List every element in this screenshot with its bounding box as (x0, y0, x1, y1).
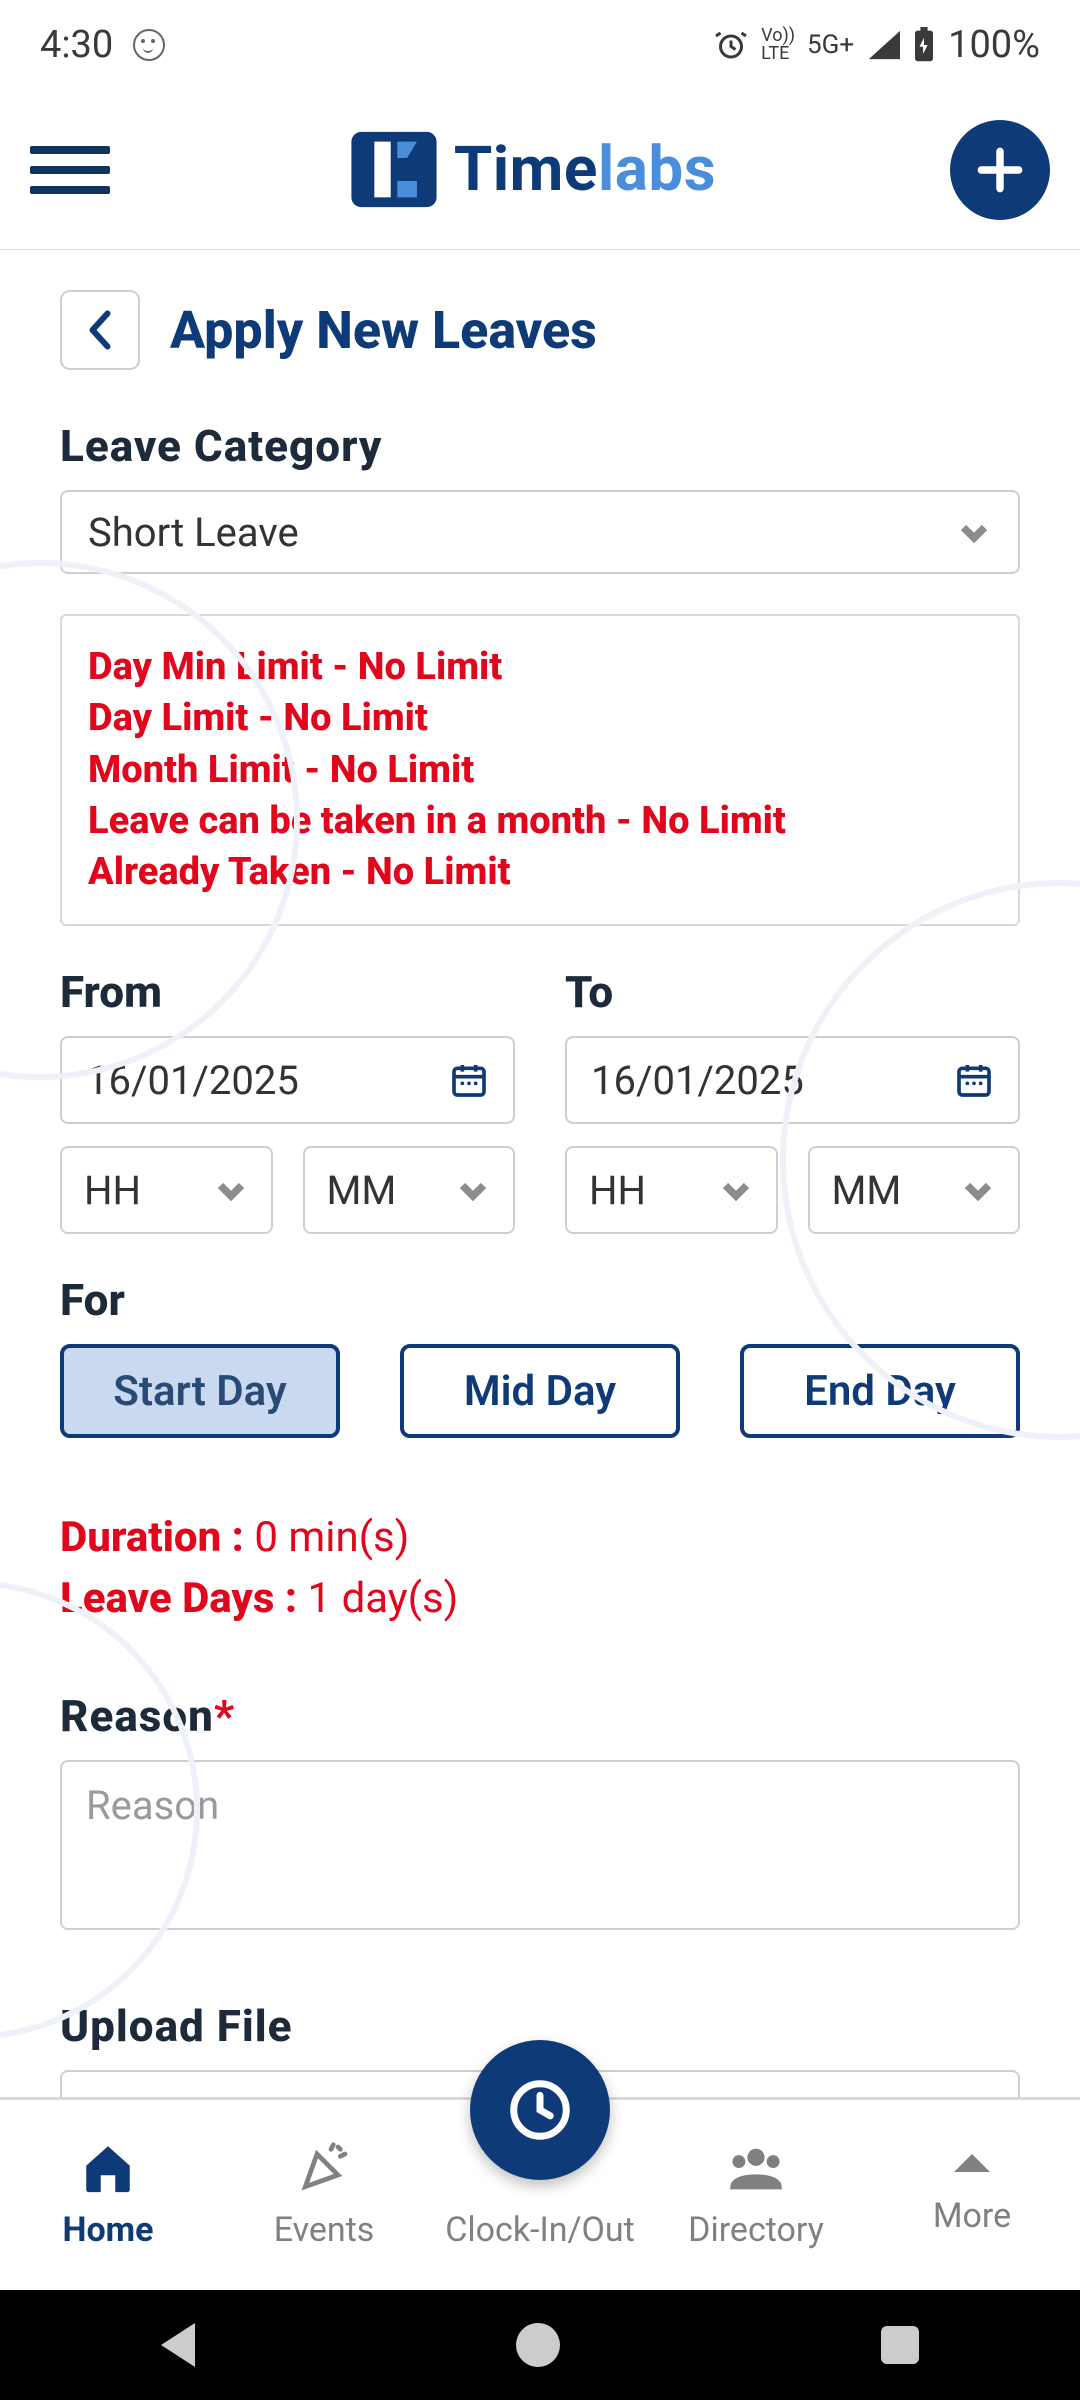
leave-category-select[interactable]: Short Leave (60, 490, 1020, 574)
nav-home[interactable]: Home (8, 2140, 208, 2250)
battery-percent: 100% (948, 23, 1040, 67)
nav-home-label: Home (62, 2210, 153, 2250)
chevron-down-icon (455, 1172, 491, 1208)
status-time: 4:30 (40, 23, 113, 67)
status-bar: 4:30 Vo)) LTE 5G+ 100% (0, 0, 1080, 90)
limit-line: Day Limit - No Limit (88, 693, 992, 744)
system-recent-button[interactable] (881, 2326, 919, 2364)
limits-info-box: Day Min Limit - No Limit Day Limit - No … (60, 614, 1020, 926)
hour-placeholder: HH (84, 1167, 141, 1214)
brand-logo: Timelabs (344, 122, 716, 217)
system-back-button[interactable] (161, 2323, 195, 2367)
limit-line: Leave can be taken in a month - No Limit (88, 796, 992, 847)
to-date-value: 16/01/2025 (591, 1057, 804, 1104)
reason-label: Reason* (60, 1690, 1020, 1742)
leave-category-value: Short Leave (88, 509, 299, 556)
page-title: Apply New Leaves (170, 300, 597, 361)
to-hour-select[interactable]: HH (565, 1146, 778, 1234)
for-option-end-day[interactable]: End Day (740, 1344, 1020, 1438)
limit-line: Already Taken - No Limit (88, 847, 992, 898)
limit-line: Day Min Limit - No Limit (88, 642, 992, 693)
nav-more[interactable]: More (872, 2154, 1072, 2236)
volte-icon: Vo)) LTE (761, 27, 795, 63)
leave-days-line: Leave Days : 1 day(s) (60, 1569, 1020, 1630)
brand-name: Timelabs (454, 133, 716, 206)
for-option-start-day[interactable]: Start Day (60, 1344, 340, 1438)
people-icon (726, 2140, 786, 2196)
hour-placeholder: HH (589, 1167, 646, 1214)
from-hour-select[interactable]: HH (60, 1146, 273, 1234)
face-icon (133, 29, 165, 61)
leave-category-label: Leave Category (60, 420, 1020, 472)
for-label: For (60, 1274, 1020, 1326)
from-date-value: 16/01/2025 (86, 1057, 299, 1104)
chevron-down-icon (718, 1172, 754, 1208)
signal-icon (866, 30, 900, 60)
minute-placeholder: MM (327, 1167, 397, 1214)
reason-input[interactable]: Reason (60, 1760, 1020, 1930)
nav-directory-label: Directory (688, 2210, 824, 2250)
duration-line: Duration : 0 min(s) (60, 1508, 1020, 1569)
alarm-icon (713, 27, 749, 63)
nav-events-label: Events (274, 2210, 375, 2250)
add-button[interactable] (950, 120, 1050, 220)
nav-clock-label: Clock-In/Out (445, 2210, 635, 2250)
chevron-down-icon (213, 1172, 249, 1208)
nav-events[interactable]: Events (224, 2140, 424, 2250)
nav-more-label: More (933, 2196, 1011, 2236)
home-icon (78, 2140, 138, 2196)
clock-icon (505, 2075, 575, 2145)
back-button[interactable] (60, 290, 140, 370)
to-minute-select[interactable]: MM (808, 1146, 1021, 1234)
from-date-input[interactable]: 16/01/2025 (60, 1036, 515, 1124)
limit-line: Month Limit - No Limit (88, 745, 992, 796)
from-label: From (60, 966, 515, 1018)
network-type: 5G+ (807, 30, 854, 60)
chevron-left-icon (82, 308, 118, 352)
from-minute-select[interactable]: MM (303, 1146, 516, 1234)
nav-directory[interactable]: Directory (656, 2140, 856, 2250)
system-home-button[interactable] (516, 2323, 560, 2367)
calendar-icon (954, 1060, 994, 1100)
caret-up-icon (954, 2154, 990, 2172)
chevron-down-icon (960, 1172, 996, 1208)
calendar-icon (449, 1060, 489, 1100)
system-nav-bar (0, 2290, 1080, 2400)
chevron-down-icon (956, 514, 992, 550)
menu-button[interactable] (30, 140, 110, 200)
app-header: Timelabs (0, 90, 1080, 250)
battery-icon (912, 27, 936, 63)
party-icon (294, 2140, 354, 2196)
bottom-nav: Home Events Clock-In/Out Directory More (0, 2100, 1080, 2290)
to-label: To (565, 966, 1020, 1018)
minute-placeholder: MM (832, 1167, 902, 1214)
for-option-mid-day[interactable]: Mid Day (400, 1344, 680, 1438)
to-date-input[interactable]: 16/01/2025 (565, 1036, 1020, 1124)
clock-in-out-fab[interactable] (470, 2040, 610, 2180)
